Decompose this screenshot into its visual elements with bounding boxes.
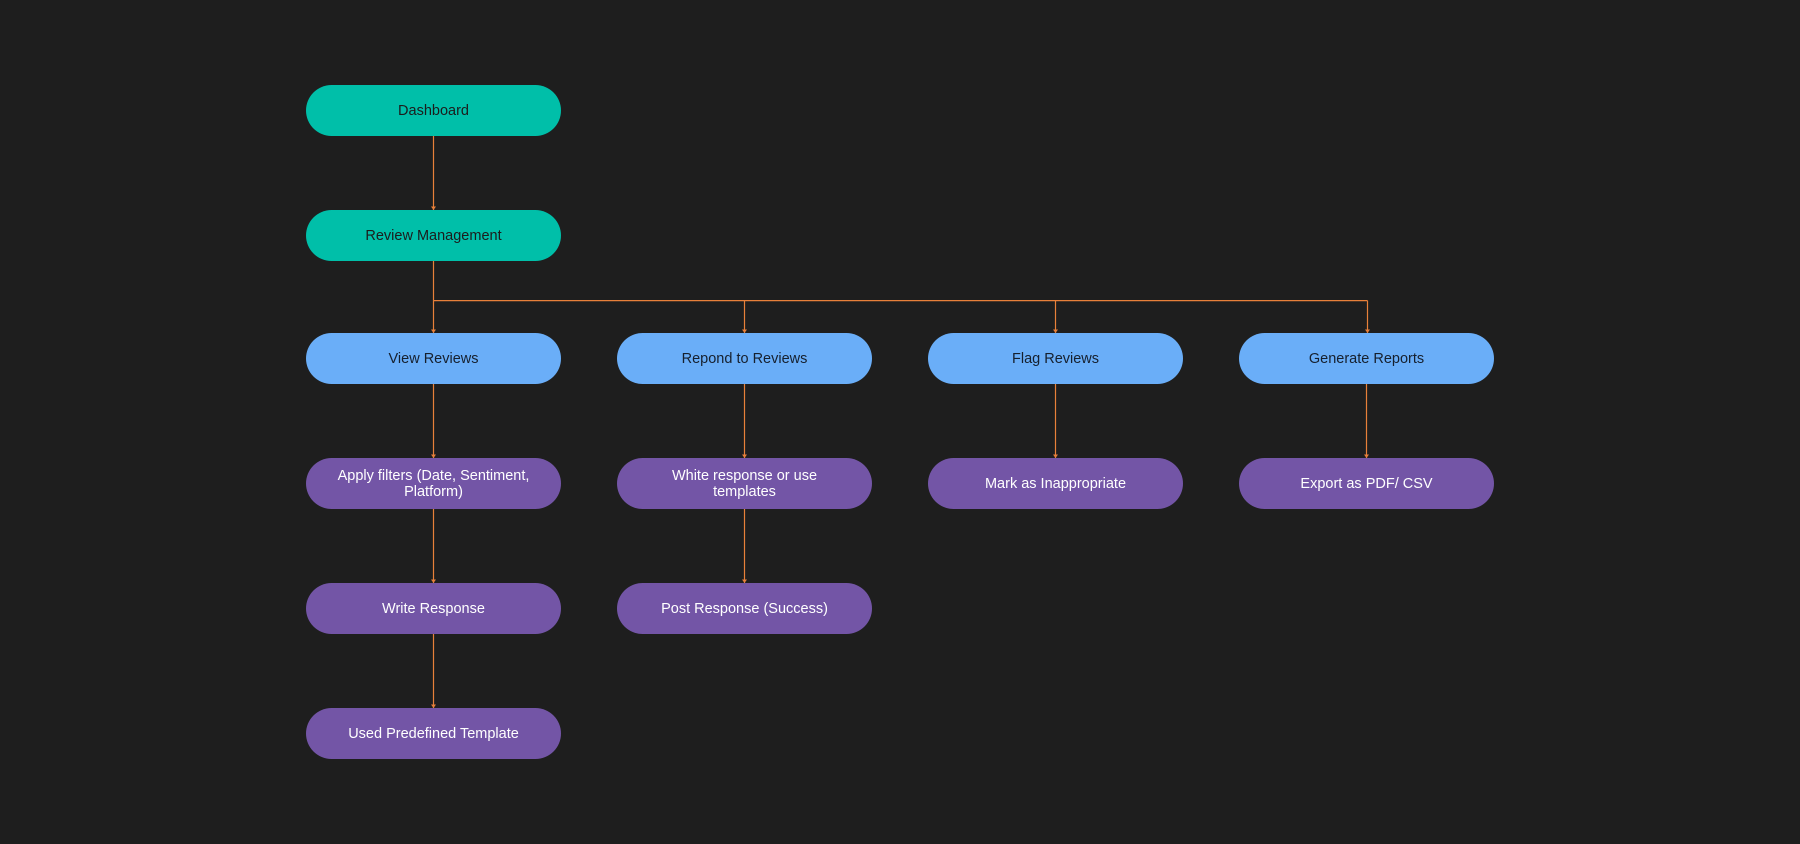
node-review-management-label: Review Management (365, 227, 502, 244)
flowchart-canvas: Dashboard Review Management View Reviews… (0, 0, 1800, 844)
node-dashboard[interactable]: Dashboard (306, 85, 561, 136)
node-mark-inappropriate-label: Mark as Inappropriate (984, 475, 1127, 492)
node-review-management[interactable]: Review Management (306, 210, 561, 261)
node-mark-inappropriate[interactable]: Mark as Inappropriate (928, 458, 1183, 509)
connector-layer (431, 136, 1370, 708)
node-post-response-label: Post Response (Success) (661, 600, 828, 617)
node-export-label: Export as PDF/ CSV (1300, 475, 1433, 492)
node-respond-to-reviews[interactable]: Repond to Reviews (617, 333, 872, 384)
node-flag-reviews[interactable]: Flag Reviews (928, 333, 1183, 384)
node-white-response[interactable]: White response or use templates (617, 458, 872, 509)
node-apply-filters[interactable]: Apply filters (Date, Sentiment, Platform… (306, 458, 561, 509)
node-export[interactable]: Export as PDF/ CSV (1239, 458, 1494, 509)
node-white-response-label: White response or use templates (671, 467, 818, 500)
node-post-response[interactable]: Post Response (Success) (617, 583, 872, 634)
node-view-reviews-label: View Reviews (388, 350, 479, 367)
node-used-predefined-template[interactable]: Used Predefined Template (306, 708, 561, 759)
node-write-response[interactable]: Write Response (306, 583, 561, 634)
node-generate-reports[interactable]: Generate Reports (1239, 333, 1494, 384)
node-apply-filters-label: Apply filters (Date, Sentiment, Platform… (337, 467, 530, 500)
node-flag-reviews-label: Flag Reviews (1011, 350, 1100, 367)
node-generate-reports-label: Generate Reports (1308, 350, 1425, 367)
node-dashboard-label: Dashboard (398, 102, 469, 119)
node-respond-to-reviews-label: Repond to Reviews (681, 350, 808, 367)
node-used-predefined-template-label: Used Predefined Template (348, 725, 519, 742)
node-view-reviews[interactable]: View Reviews (306, 333, 561, 384)
node-write-response-label: Write Response (382, 600, 485, 617)
